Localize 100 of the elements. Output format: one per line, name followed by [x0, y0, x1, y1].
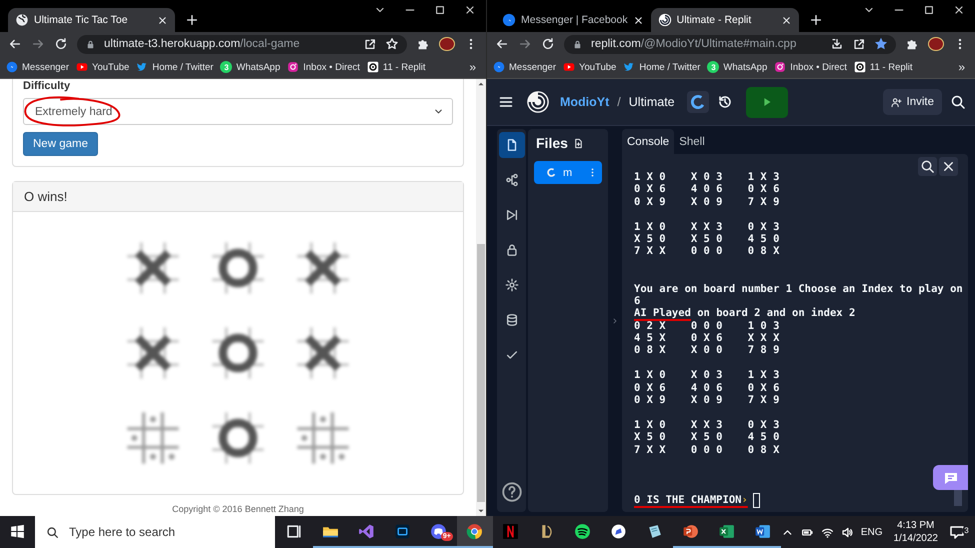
close-icon[interactable]	[464, 4, 476, 16]
invite-button[interactable]: Invite	[882, 89, 942, 115]
loop-icon	[358, 522, 376, 540]
console-line: 1 X 0 X 0 3 1 X 3	[634, 171, 780, 184]
close-icon[interactable]	[939, 157, 958, 176]
profile-avatar[interactable]	[439, 37, 455, 51]
back-icon[interactable]	[8, 37, 22, 51]
console-line: X 5 0 X 5 0 4 5 0	[634, 431, 780, 444]
bookmark-link[interactable]: Home / Twitter	[136, 61, 214, 73]
taskbar-button[interactable]	[456, 516, 493, 548]
browser-tab[interactable]: Messenger | Facebook	[495, 8, 651, 32]
console-line: 1 X 0 X X 3 0 X 3	[634, 220, 780, 233]
difficulty-select[interactable]: Extremely hard	[23, 98, 453, 125]
bookmark-link[interactable]: 11 - Replit	[366, 61, 426, 73]
scrollbar-thumb[interactable]	[954, 490, 962, 506]
play-icon	[563, 61, 575, 73]
console-tab[interactable]: Console	[622, 129, 674, 154]
back-icon[interactable]	[495, 37, 509, 51]
spiral-logo-icon[interactable]	[526, 90, 550, 114]
reload-icon[interactable]	[541, 37, 555, 51]
repl-name[interactable]: Ultimate	[628, 95, 675, 109]
reload-icon[interactable]	[54, 37, 68, 51]
field-label: Difficulty	[23, 80, 70, 92]
bookmark-link[interactable]: Messenger	[6, 61, 69, 73]
maximize-icon[interactable]	[434, 4, 446, 16]
bird-icon	[623, 61, 636, 73]
ring-icon[interactable]	[686, 91, 709, 113]
maximize-icon[interactable]	[923, 4, 935, 16]
count-badge: 3	[707, 61, 720, 73]
browser-tab[interactable]: Ultimate Tic Tac Toe	[8, 8, 175, 32]
close-icon[interactable]	[157, 14, 168, 26]
bookmark-link[interactable]: 11 - Replit	[854, 61, 912, 73]
search-icon[interactable]	[950, 94, 966, 110]
camera-icon	[287, 61, 300, 73]
chevron-right-icon[interactable]	[611, 316, 619, 324]
lock-icon	[85, 38, 96, 50]
help-icon[interactable]	[502, 482, 522, 502]
puzzle-icon[interactable]	[416, 37, 430, 51]
browser-tab[interactable]: Ultimate - Replit	[650, 8, 799, 32]
bookmark-link[interactable]: Inbox • Direct	[287, 61, 360, 73]
close-icon[interactable]	[632, 14, 644, 26]
close-icon[interactable]	[953, 4, 965, 16]
star-icon[interactable]	[874, 37, 888, 51]
browser-icon	[466, 522, 484, 540]
pen-app-icon	[610, 522, 628, 540]
share-icon[interactable]	[852, 37, 866, 51]
bookmark-link[interactable]: Home / Twitter	[623, 61, 700, 73]
history-icon[interactable]	[716, 94, 733, 110]
profile-avatar[interactable]	[928, 37, 944, 51]
share-icon[interactable]	[363, 37, 377, 51]
sound-waves-icon	[574, 522, 592, 540]
notifications-icon[interactable]	[949, 524, 965, 540]
more-bookmarks-button[interactable]: »	[469, 60, 480, 74]
bookmark-link[interactable]: Inbox • Direct	[774, 61, 847, 73]
play-icon	[76, 61, 88, 73]
new-tab-icon[interactable]	[185, 13, 199, 27]
camera-icon	[774, 61, 786, 73]
search-field[interactable]: Type here to search	[35, 516, 275, 548]
puzzle-icon[interactable]	[905, 37, 919, 51]
notepad-icon	[646, 522, 664, 540]
volume-icon[interactable]	[840, 526, 854, 538]
padlock-icon	[504, 243, 518, 257]
spreadsheet-app-icon	[718, 522, 736, 540]
new-game-button[interactable]: New game	[23, 132, 98, 156]
download-icon[interactable]	[830, 37, 844, 51]
user-link[interactable]: ModioYt	[560, 95, 610, 109]
close-icon[interactable]	[780, 14, 792, 26]
add-file-icon[interactable]	[572, 138, 584, 148]
run-button[interactable]	[746, 86, 788, 118]
panel-heading: O wins!	[13, 182, 463, 212]
file-item[interactable]: m	[534, 161, 602, 184]
address-bar[interactable]: ultimate-t3.herokuapp.com/local-game	[77, 34, 407, 54]
feedback-button[interactable]	[933, 465, 968, 490]
console-line: 1 X 0 X X 3 0 X 3	[634, 418, 780, 432]
forward-icon[interactable]	[31, 37, 45, 51]
bookmark-link[interactable]: Messenger	[493, 61, 556, 73]
branch-icon	[504, 173, 518, 187]
bookmark-link[interactable]: 3 WhatsApp	[220, 61, 280, 73]
language-indicator[interactable]: ENG	[860, 526, 882, 538]
console-line: AI Played on board 2 and on index 2	[634, 307, 856, 320]
clock-time[interactable]: 4:13 PM	[897, 519, 934, 532]
clock-date[interactable]: 1/14/2022	[894, 532, 938, 545]
scrollbar-thumb[interactable]	[477, 244, 485, 502]
person-plus-icon	[890, 96, 902, 108]
console-line: 0 8 X X 0 0 7 8 9	[634, 344, 780, 357]
console-line: 0 2 X 0 0 0 1 0 3	[634, 320, 780, 332]
settings-icon	[504, 278, 518, 292]
new-tab-icon[interactable]	[808, 13, 823, 27]
bookmark-link[interactable]: YouTube	[563, 61, 616, 73]
forward-icon[interactable]	[518, 37, 532, 51]
rail-button[interactable]	[498, 132, 524, 158]
more-bookmarks-button[interactable]: »	[958, 60, 969, 74]
console-line: 7 X X 0 0 0 0 8 X	[634, 444, 780, 456]
bookmark-link[interactable]: 3 WhatsApp	[707, 61, 768, 73]
console-line: 0 X 9 X 0 9 7 X 9	[634, 196, 780, 208]
search-icon[interactable]	[918, 157, 937, 176]
address-bar[interactable]: replit.com/@ModioYt/Ultimate#main.cpp	[564, 34, 896, 54]
console-tab[interactable]: Shell	[674, 129, 710, 154]
bookmark-link[interactable]: YouTube	[76, 61, 130, 73]
text-cursor	[752, 492, 760, 508]
